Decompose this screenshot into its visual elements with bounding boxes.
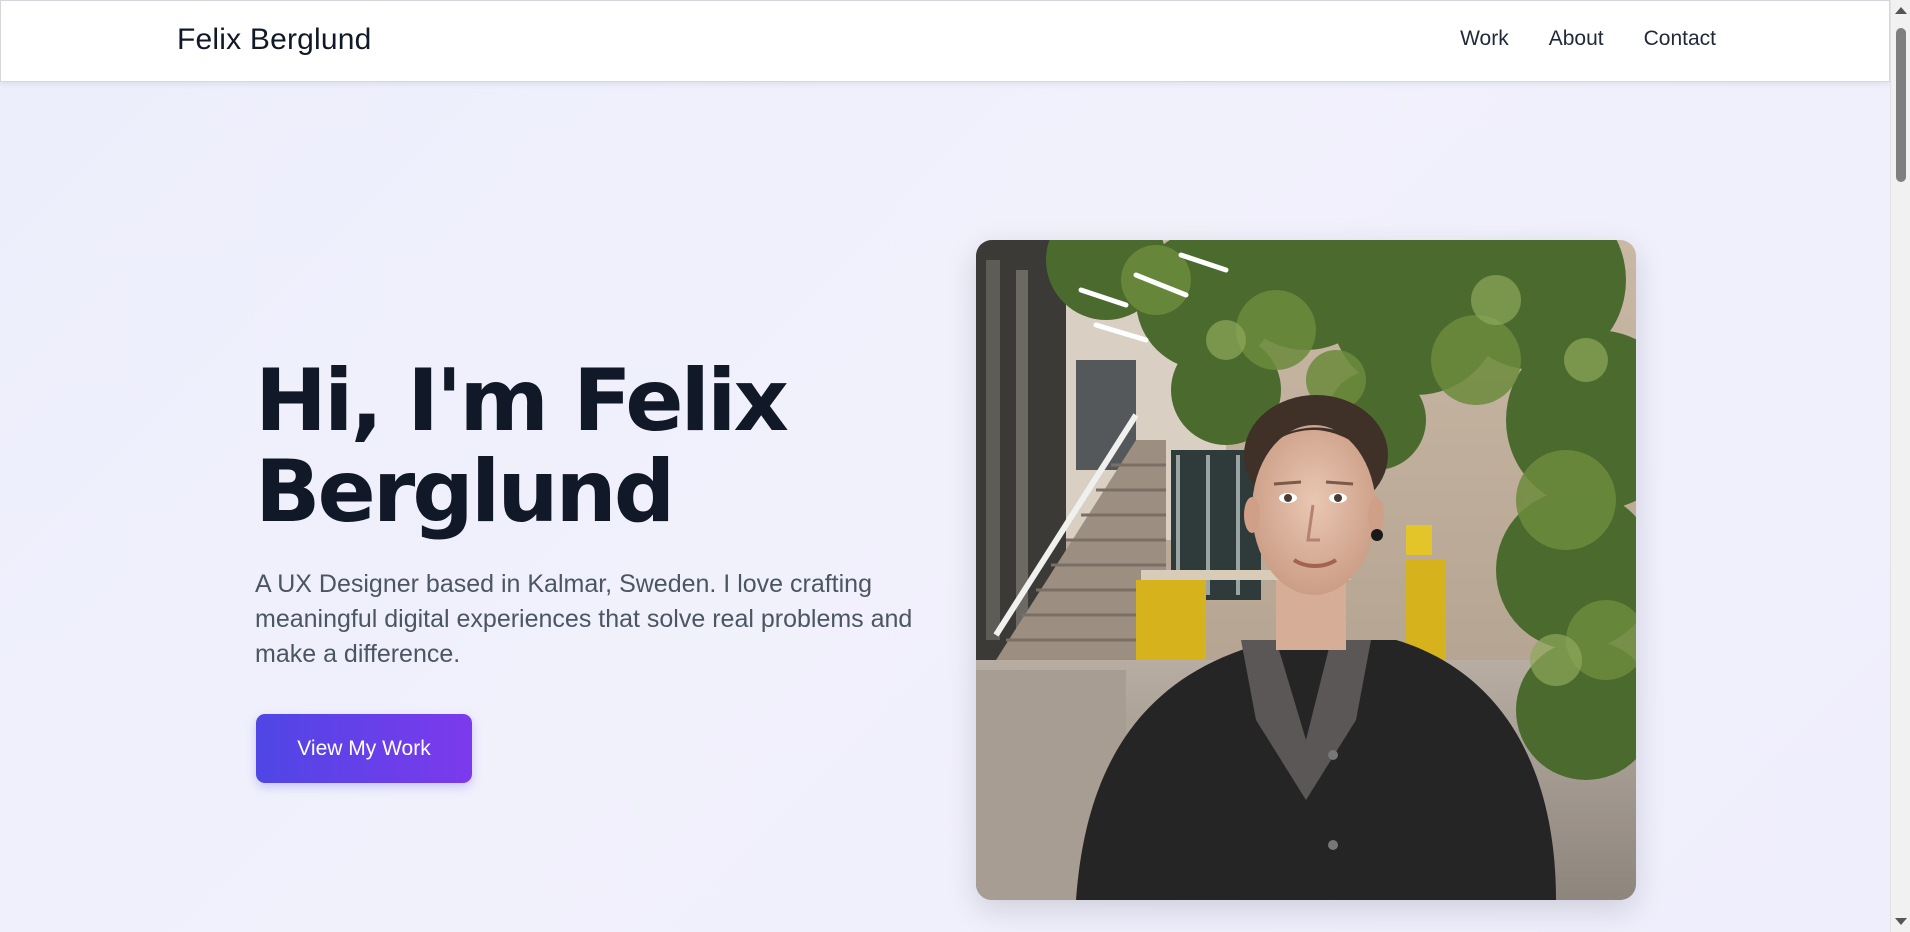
hero-title: Hi, I'm Felix Berglund <box>255 356 955 538</box>
nav-link-contact[interactable]: Contact <box>1644 27 1716 51</box>
page-scrollbar[interactable] <box>1890 0 1910 932</box>
portrait-photo <box>976 240 1636 900</box>
brand-logo-text[interactable]: Felix Berglund <box>177 23 372 57</box>
nav-link-work[interactable]: Work <box>1460 27 1509 51</box>
scroll-down-arrow-icon[interactable] <box>1895 918 1907 925</box>
scrollbar-thumb[interactable] <box>1896 28 1906 182</box>
portrait-illustration <box>976 240 1636 900</box>
page: Felix Berglund Work About Contact Hi, I'… <box>0 0 1890 932</box>
view-my-work-button[interactable]: View My Work <box>256 714 472 783</box>
hero-description: A UX Designer based in Kalmar, Sweden. I… <box>255 570 913 668</box>
navbar: Felix Berglund Work About Contact <box>0 0 1890 82</box>
hero-title-line-1: Hi, I'm Felix <box>255 351 789 451</box>
scroll-up-arrow-icon[interactable] <box>1895 7 1907 14</box>
nav-link-about[interactable]: About <box>1549 27 1604 51</box>
nav-links: Work About Contact <box>1460 27 1716 51</box>
hero-title-line-2: Berglund <box>255 442 675 542</box>
